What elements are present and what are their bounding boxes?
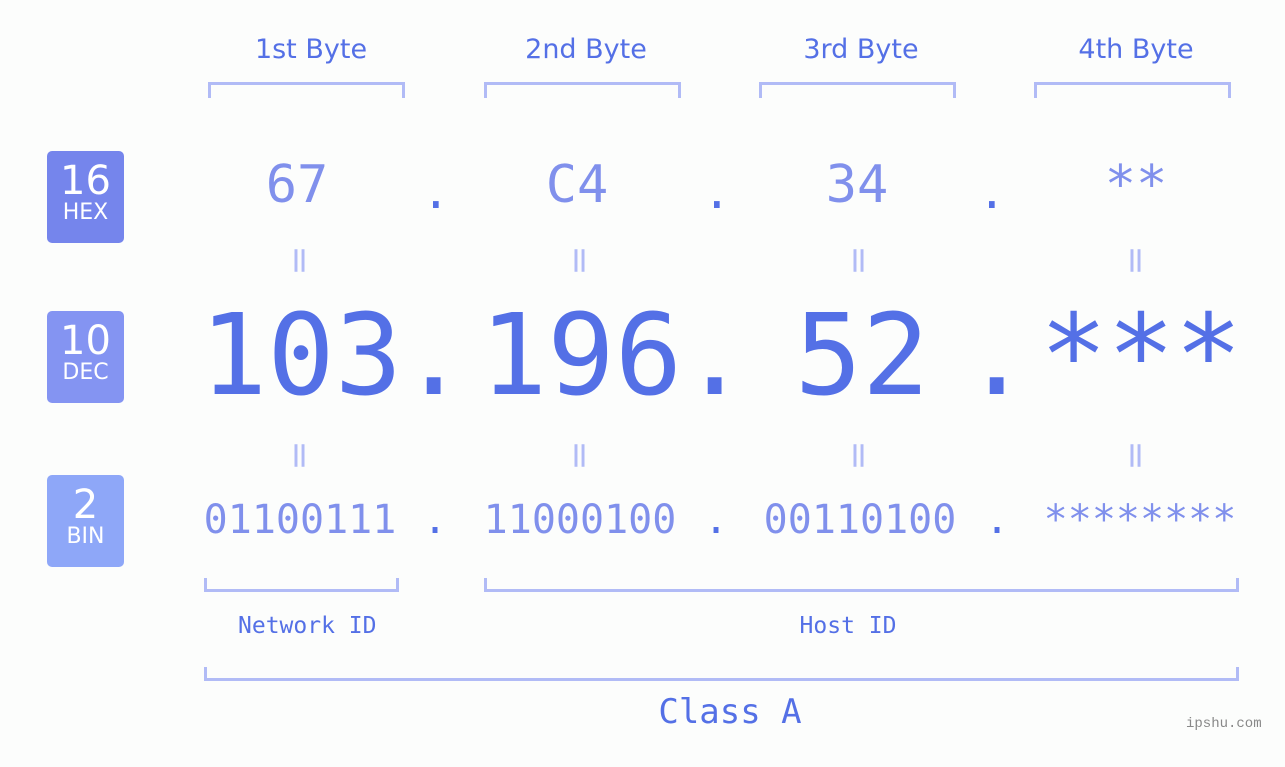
equals-icon: = xyxy=(1115,240,1157,281)
class-label: Class A xyxy=(658,692,802,732)
equals-glyph: = xyxy=(559,245,601,276)
equals-glyph: = xyxy=(279,440,321,471)
network-id-label: Network ID xyxy=(238,613,377,639)
bin-byte-3: 00110100 xyxy=(763,497,957,543)
byte-header-2: 2nd Byte xyxy=(525,34,647,65)
host-bracket xyxy=(484,578,1239,592)
watermark: ipshu.com xyxy=(1186,716,1262,732)
equals-icon: = xyxy=(559,240,601,281)
byte-header-3: 3rd Byte xyxy=(803,34,919,65)
hex-dot-3: . xyxy=(978,165,1006,219)
hex-byte-1: 67 xyxy=(265,155,329,215)
dec-dot-3: . xyxy=(963,291,1031,421)
equals-icon: = xyxy=(279,435,321,476)
bin-byte-1: 01100111 xyxy=(203,497,397,543)
equals-glyph: = xyxy=(838,245,880,276)
dec-dot-2: . xyxy=(681,291,749,421)
byte-header-1: 1st Byte xyxy=(254,34,368,65)
hex-byte-3: 34 xyxy=(825,155,889,215)
equals-icon: = xyxy=(279,240,321,281)
equals-glyph: = xyxy=(279,245,321,276)
bin-base-label: BIN xyxy=(66,524,105,549)
bin-badge: 2 BIN xyxy=(47,475,124,567)
network-bracket xyxy=(204,578,399,592)
hex-dot-2: . xyxy=(703,165,731,219)
byte-bracket-2 xyxy=(484,82,681,98)
equals-glyph: = xyxy=(559,440,601,471)
host-id-label: Host ID xyxy=(799,613,897,639)
bin-dot-1: . xyxy=(423,497,448,543)
hex-base-label: HEX xyxy=(62,200,109,225)
bin-byte-4: ******** xyxy=(1043,497,1237,543)
dec-base-label: DEC xyxy=(62,360,109,385)
dec-byte-4: *** xyxy=(1039,291,1243,421)
equals-icon: = xyxy=(838,240,880,281)
hex-badge: 16 HEX xyxy=(47,151,124,243)
hex-byte-2: C4 xyxy=(545,155,609,215)
byte-bracket-1 xyxy=(208,82,405,98)
equals-icon: = xyxy=(838,435,880,476)
hex-base-number: 16 xyxy=(60,158,111,204)
equals-icon: = xyxy=(559,435,601,476)
bin-dot-3: . xyxy=(985,497,1010,543)
class-bracket xyxy=(204,667,1239,681)
dec-badge: 10 DEC xyxy=(47,311,124,403)
byte-bracket-4 xyxy=(1034,82,1231,98)
hex-dot-1: . xyxy=(422,165,450,219)
bin-dot-2: . xyxy=(704,497,729,543)
bin-base-number: 2 xyxy=(72,482,99,528)
equals-icon: = xyxy=(1115,435,1157,476)
bin-byte-2: 11000100 xyxy=(483,497,677,543)
equals-glyph: = xyxy=(838,440,880,471)
hex-byte-4: ** xyxy=(1104,155,1168,215)
equals-glyph: = xyxy=(1115,245,1157,276)
dec-dot-1: . xyxy=(400,291,468,421)
byte-header-4: 4th Byte xyxy=(1078,34,1194,65)
equals-glyph: = xyxy=(1115,440,1157,471)
byte-bracket-3 xyxy=(759,82,956,98)
dec-base-number: 10 xyxy=(60,318,111,364)
